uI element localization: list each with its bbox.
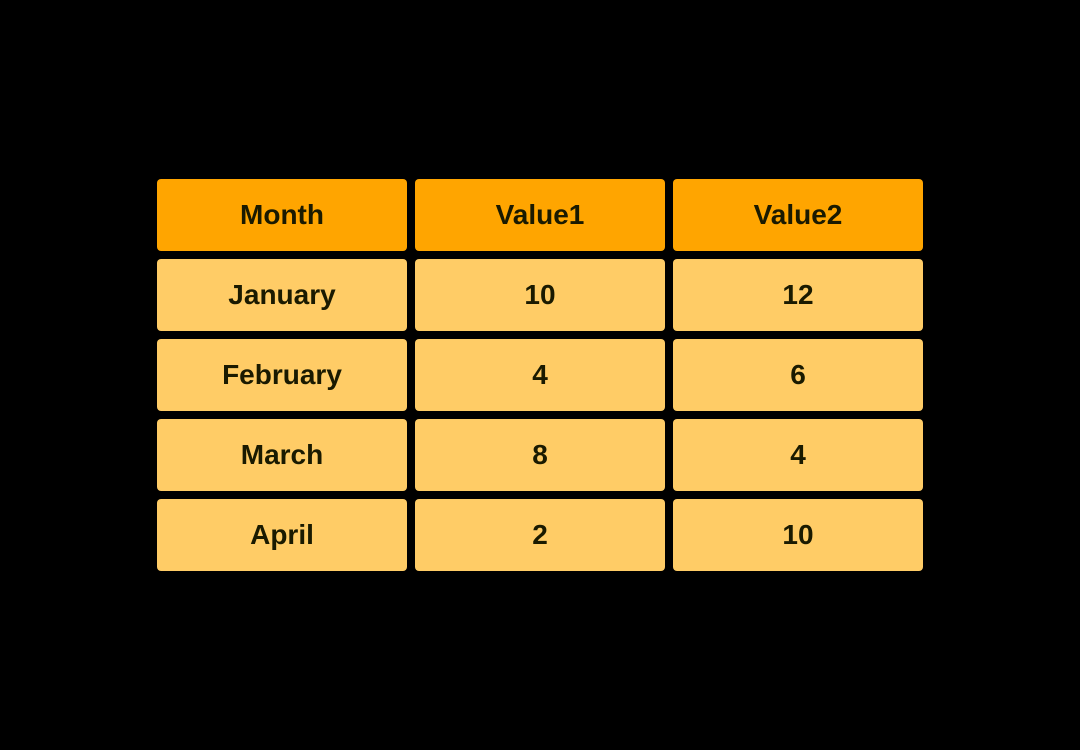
value2-cell: 4: [673, 419, 923, 491]
header-row: Month Value1 Value2: [157, 179, 923, 251]
month-cell: April: [157, 499, 407, 571]
month-header: Month: [157, 179, 407, 251]
data-table: Month Value1 Value2 January 10 12 Februa…: [157, 179, 923, 571]
table-row: January 10 12: [157, 259, 923, 331]
value1-cell: 8: [415, 419, 665, 491]
value1-header: Value1: [415, 179, 665, 251]
value2-cell: 6: [673, 339, 923, 411]
value2-cell: 12: [673, 259, 923, 331]
value1-cell: 2: [415, 499, 665, 571]
value1-cell: 4: [415, 339, 665, 411]
value2-cell: 10: [673, 499, 923, 571]
table-row: March 8 4: [157, 419, 923, 491]
month-cell: February: [157, 339, 407, 411]
table-row: April 2 10: [157, 499, 923, 571]
month-cell: March: [157, 419, 407, 491]
month-cell: January: [157, 259, 407, 331]
value1-cell: 10: [415, 259, 665, 331]
value2-header: Value2: [673, 179, 923, 251]
table-row: February 4 6: [157, 339, 923, 411]
